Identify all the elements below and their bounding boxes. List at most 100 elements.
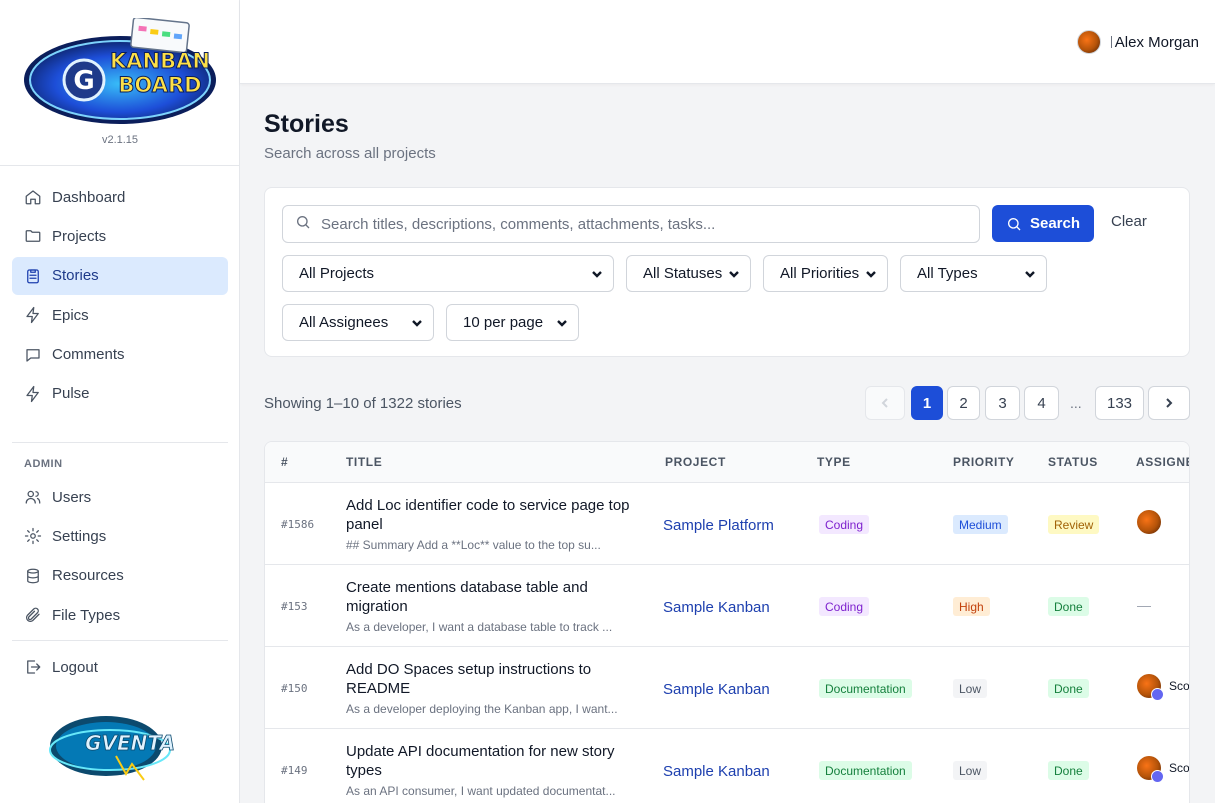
- sidebar-item-label: Epics: [52, 306, 89, 324]
- search-box: [282, 205, 980, 243]
- users-icon: [24, 488, 42, 506]
- sidebar-item-label: Projects: [52, 227, 107, 245]
- user-name: Alex Morgan: [1114, 33, 1199, 51]
- sidebar-item-stories[interactable]: Stories: [12, 256, 228, 295]
- pagination-ellipsis: ...: [1070, 395, 1082, 411]
- column-header-status[interactable]: STATUS: [1048, 455, 1098, 469]
- sidebar-item-resources[interactable]: Resources: [12, 557, 228, 595]
- status-badge: Done: [1048, 679, 1089, 698]
- next-page-button[interactable]: [1148, 386, 1190, 420]
- assignee-cell[interactable]: [1137, 510, 1169, 534]
- main-nav: Dashboard Projects Stories Epics Comment…: [12, 178, 228, 414]
- search-button[interactable]: Search: [992, 205, 1094, 242]
- story-summary: ## Summary Add a **Loc** value to the to…: [346, 538, 601, 552]
- sidebar-item-label: Comments: [52, 346, 125, 364]
- type-badge: Coding: [819, 515, 870, 534]
- column-header-type[interactable]: TYPE: [817, 455, 851, 469]
- logout-nav: Logout: [12, 648, 228, 687]
- sidebar-item-label: Users: [52, 488, 92, 506]
- per-page-select[interactable]: 10 per page: [446, 304, 579, 341]
- assignee-select[interactable]: All Assignees: [282, 304, 434, 341]
- page-title: Stories: [264, 110, 349, 138]
- search-button-label: Search: [1029, 215, 1081, 232]
- logo-area: G KANBAN BOARD v2.1.15: [0, 0, 239, 166]
- sidebar-item-file-types[interactable]: File Types: [12, 596, 228, 634]
- kanban-board-logo[interactable]: G KANBAN BOARD: [22, 18, 218, 126]
- admin-section-label: ADMIN: [24, 458, 63, 470]
- priority-badge: High: [953, 597, 990, 616]
- chevron-down-icon: [411, 316, 423, 328]
- story-title[interactable]: Update API documentation for new story t…: [346, 742, 636, 780]
- assignee-avatar: [1137, 756, 1164, 783]
- prev-page-button[interactable]: [865, 386, 905, 420]
- search-input[interactable]: [321, 215, 961, 233]
- story-project-link[interactable]: Sample Kanban: [663, 599, 770, 616]
- sidebar-item-users[interactable]: Users: [12, 478, 228, 516]
- story-project-link[interactable]: Sample Kanban: [663, 763, 770, 780]
- chevron-down-icon: [865, 267, 877, 279]
- story-title[interactable]: Add DO Spaces setup instructions to READ…: [346, 660, 636, 698]
- page-button-3[interactable]: 3: [985, 386, 1020, 420]
- clear-button[interactable]: Clear: [1111, 213, 1147, 230]
- logout-button[interactable]: Logout: [12, 648, 228, 686]
- search-icon: [295, 214, 311, 235]
- story-project-link[interactable]: Sample Platform: [663, 517, 774, 534]
- status-badge: Done: [1048, 761, 1089, 780]
- column-header-priority[interactable]: PRIORITY: [953, 455, 1014, 469]
- table-row[interactable]: #1586 Add Loc identifier code to service…: [265, 483, 1189, 565]
- page-button-1[interactable]: 1: [911, 386, 943, 420]
- column-header-assignee[interactable]: ASSIGNEE: [1136, 455, 1189, 469]
- story-title[interactable]: Create mentions database table and migra…: [346, 578, 636, 616]
- assignee-empty: —: [1137, 597, 1151, 613]
- status-select-value: All Statuses: [643, 265, 723, 282]
- status-select[interactable]: All Statuses: [626, 255, 751, 292]
- sidebar-item-label: Stories: [52, 267, 99, 285]
- project-select[interactable]: All Projects: [282, 255, 614, 292]
- priority-select-value: All Priorities: [780, 265, 860, 282]
- story-project-link[interactable]: Sample Kanban: [663, 681, 770, 698]
- page-button-last[interactable]: 133: [1095, 386, 1144, 420]
- svg-text:BOARD: BOARD: [118, 73, 201, 97]
- per-page-select-value: 10 per page: [463, 314, 544, 331]
- sidebar-item-dashboard[interactable]: Dashboard: [12, 178, 228, 216]
- logout-icon: [24, 658, 42, 676]
- logout-label: Logout: [52, 658, 98, 676]
- home-icon: [24, 188, 42, 206]
- table-row[interactable]: #150 Add DO Spaces setup instructions to…: [265, 647, 1189, 729]
- project-select-value: All Projects: [299, 265, 375, 282]
- paperclip-icon: [24, 606, 42, 624]
- sidebar-item-comments[interactable]: Comments: [12, 336, 228, 374]
- assignee-avatar: [1137, 674, 1164, 701]
- sidebar-item-settings[interactable]: Settings: [12, 517, 228, 555]
- page-button-4[interactable]: 4: [1024, 386, 1059, 420]
- story-id: #1586: [281, 518, 315, 531]
- chevron-right-icon: [1166, 398, 1173, 408]
- table-row[interactable]: #153 Create mentions database table and …: [265, 565, 1189, 647]
- assignee-avatar: [1137, 510, 1161, 534]
- type-select[interactable]: All Types: [900, 255, 1047, 292]
- sidebar-item-epics[interactable]: Epics: [12, 296, 228, 334]
- priority-select[interactable]: All Priorities: [763, 255, 888, 292]
- folder-icon: [24, 227, 42, 245]
- story-summary: As a developer deploying the Kanban app,…: [346, 702, 618, 716]
- user-menu[interactable]: Alex Morgan: [1076, 30, 1199, 54]
- story-summary: As a developer, I want a database table …: [346, 620, 613, 634]
- sidebar-item-pulse[interactable]: Pulse: [12, 375, 228, 413]
- gear-icon: [24, 527, 42, 545]
- page-button-2[interactable]: 2: [947, 386, 980, 420]
- stories-table: # TITLE PROJECT TYPE PRIORITY STATUS ASS…: [264, 441, 1190, 803]
- assignee-cell[interactable]: Scout: [1137, 756, 1189, 783]
- story-title[interactable]: Add Loc identifier code to service page …: [346, 496, 636, 534]
- svg-text:KANBAN: KANBAN: [110, 49, 210, 73]
- column-header-title[interactable]: TITLE: [346, 455, 382, 469]
- column-header-id[interactable]: #: [281, 455, 288, 469]
- assignee-cell[interactable]: Scout: [1137, 674, 1189, 701]
- sidebar-divider: [12, 442, 228, 443]
- search-icon: [1007, 217, 1021, 230]
- column-header-project[interactable]: PROJECT: [665, 455, 726, 469]
- sidebar-item-projects[interactable]: Projects: [12, 217, 228, 255]
- table-row[interactable]: #149 Update API documentation for new st…: [265, 729, 1189, 803]
- database-icon: [24, 567, 42, 585]
- table-header: # TITLE PROJECT TYPE PRIORITY STATUS ASS…: [265, 442, 1189, 483]
- admin-nav: Users Settings Resources File Types: [12, 478, 228, 636]
